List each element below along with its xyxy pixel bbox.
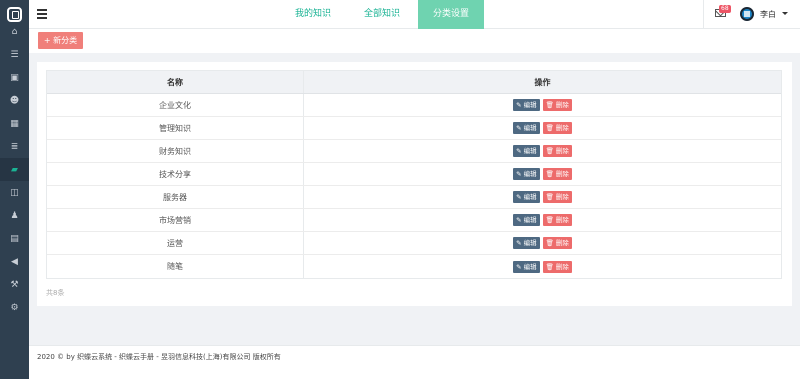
megaphone-icon: ◀	[11, 256, 18, 267]
image-icon: ▤	[10, 233, 19, 244]
edit-button[interactable]: ✎ 编辑	[513, 191, 540, 203]
category-name: 运营	[47, 232, 304, 254]
sidebar-item-home[interactable]: ⌂	[0, 20, 29, 43]
mail-count-badge: 68	[719, 5, 731, 13]
table-header: 名称 操作	[47, 71, 781, 94]
table-row: 运营 ✎ 编辑 🗑 删除	[47, 232, 781, 255]
delete-button[interactable]: 🗑 删除	[542, 191, 572, 203]
sidebar-item-user[interactable]: ♟	[0, 204, 29, 227]
sidebar-item-calendar[interactable]: ▦	[0, 112, 29, 135]
user-icon: ♟	[10, 210, 19, 221]
delete-button[interactable]: 🗑 删除	[542, 145, 572, 157]
home-icon: ⌂	[11, 26, 18, 37]
header-divider	[703, 0, 704, 29]
sidebar-item-users[interactable]: ☻	[0, 89, 29, 112]
delete-button[interactable]: 🗑 删除	[542, 168, 572, 180]
column-header-actions: 操作	[534, 77, 551, 87]
calendar-icon: ▦	[10, 118, 19, 129]
delete-button[interactable]: 🗑 删除	[542, 260, 572, 273]
row-actions: ✎ 编辑 🗑 删除	[304, 255, 781, 278]
sidebar-item-cogs[interactable]: ⚙	[0, 296, 29, 319]
sidebar: ⌂ ☰ ▣ ☻ ▦ ≣ ▰ ◫ ♟ ▤ ◀ ⚒ ⚙	[0, 0, 29, 379]
delete-button[interactable]: 🗑 删除	[542, 214, 572, 226]
username[interactable]: 李白	[760, 9, 776, 20]
delete-button[interactable]: 🗑 删除	[542, 99, 572, 111]
new-category-button[interactable]: + 新分类	[38, 32, 83, 49]
category-name: 财务知识	[47, 140, 304, 162]
sidebar-item-table[interactable]: ≣	[0, 135, 29, 158]
table-row: 市场营销 ✎ 编辑 🗑 删除	[47, 209, 781, 232]
book-icon: ▰	[11, 164, 18, 175]
row-actions: ✎ 编辑 🗑 删除	[304, 94, 781, 116]
table-body: 企业文化 ✎ 编辑 🗑 删除 管理知识 ✎ 编辑 🗑 删除 财务知识 ✎ 编辑 🗑 删除 技术分享…	[47, 94, 781, 278]
row-actions: ✎ 编辑 🗑 删除	[304, 163, 781, 185]
table-row: 管理知识 ✎ 编辑 🗑 删除	[47, 117, 781, 140]
tab-category-settings[interactable]: 分类设置	[418, 0, 484, 29]
table-row: 随笔 ✎ 编辑 🗑 删除	[47, 255, 781, 278]
chevron-down-icon[interactable]	[782, 12, 788, 15]
edit-button[interactable]: ✎ 编辑	[513, 122, 540, 134]
category-name: 技术分享	[47, 163, 304, 185]
category-name: 随笔	[47, 255, 304, 278]
menu-toggle-icon[interactable]	[37, 9, 47, 19]
category-name: 市场营销	[47, 209, 304, 231]
sidebar-item-gavel[interactable]: ⚒	[0, 273, 29, 296]
sidebar-item-megaphone[interactable]: ◀	[0, 250, 29, 273]
avatar[interactable]	[740, 7, 754, 21]
row-actions: ✎ 编辑 🗑 删除	[304, 186, 781, 208]
users-icon: ☻	[9, 95, 20, 106]
toolbar: + 新分类	[29, 29, 800, 53]
footer: 2020 © by 织蝶云系统 - 织蝶云手册 - 昱羽信息科技(上海)有限公司…	[29, 345, 800, 379]
table-row: 服务器 ✎ 编辑 🗑 删除	[47, 186, 781, 209]
row-actions: ✎ 编辑 🗑 删除	[304, 117, 781, 139]
list-icon: ☰	[10, 49, 19, 60]
edit-button[interactable]: ✎ 编辑	[513, 260, 540, 273]
edit-button[interactable]: ✎ 编辑	[513, 145, 540, 157]
table-row: 技术分享 ✎ 编辑 🗑 删除	[47, 163, 781, 186]
sidebar-item-book[interactable]: ▰	[0, 158, 29, 181]
category-name: 企业文化	[47, 94, 304, 116]
delete-button[interactable]: 🗑 删除	[542, 122, 572, 134]
edit-button[interactable]: ✎ 编辑	[513, 214, 540, 226]
top-header: 我的知识 全部知识 分类设置 68 李白	[29, 0, 800, 29]
cogs-icon: ⚙	[10, 302, 19, 313]
delete-button[interactable]: 🗑 删除	[542, 237, 572, 249]
edit-button[interactable]: ✎ 编辑	[513, 99, 540, 111]
gavel-icon: ⚒	[10, 279, 19, 290]
category-name: 服务器	[47, 186, 304, 208]
row-actions: ✎ 编辑 🗑 删除	[304, 232, 781, 254]
sidebar-item-columns[interactable]: ◫	[0, 181, 29, 204]
row-actions: ✎ 编辑 🗑 删除	[304, 140, 781, 162]
tab-my-knowledge[interactable]: 我的知识	[281, 0, 345, 29]
sidebar-item-image[interactable]: ▤	[0, 227, 29, 250]
category-table: 名称 操作 企业文化 ✎ 编辑 🗑 删除 管理知识 ✎ 编辑 🗑 删除 财务知识 ✎ 编辑 🗑 …	[46, 70, 782, 279]
category-panel: 名称 操作 企业文化 ✎ 编辑 🗑 删除 管理知识 ✎ 编辑 🗑 删除 财务知识 ✎ 编辑 🗑 …	[37, 62, 792, 306]
sidebar-item-list[interactable]: ☰	[0, 43, 29, 66]
columns-icon: ◫	[10, 187, 19, 198]
total-count: 共8条	[46, 289, 65, 297]
sidebar-item-briefcase[interactable]: ▣	[0, 66, 29, 89]
copyright-text: 2020 © by 织蝶云系统 - 织蝶云手册 - 昱羽信息科技(上海)有限公司…	[37, 353, 281, 361]
table-row: 企业文化 ✎ 编辑 🗑 删除	[47, 94, 781, 117]
tab-all-knowledge[interactable]: 全部知识	[350, 0, 414, 29]
edit-button[interactable]: ✎ 编辑	[513, 237, 540, 249]
category-name: 管理知识	[47, 117, 304, 139]
row-actions: ✎ 编辑 🗑 删除	[304, 209, 781, 231]
table-row: 财务知识 ✎ 编辑 🗑 删除	[47, 140, 781, 163]
column-header-name: 名称	[47, 71, 304, 93]
table-icon: ≣	[10, 141, 19, 152]
edit-button[interactable]: ✎ 编辑	[513, 168, 540, 180]
briefcase-icon: ▣	[10, 72, 19, 83]
